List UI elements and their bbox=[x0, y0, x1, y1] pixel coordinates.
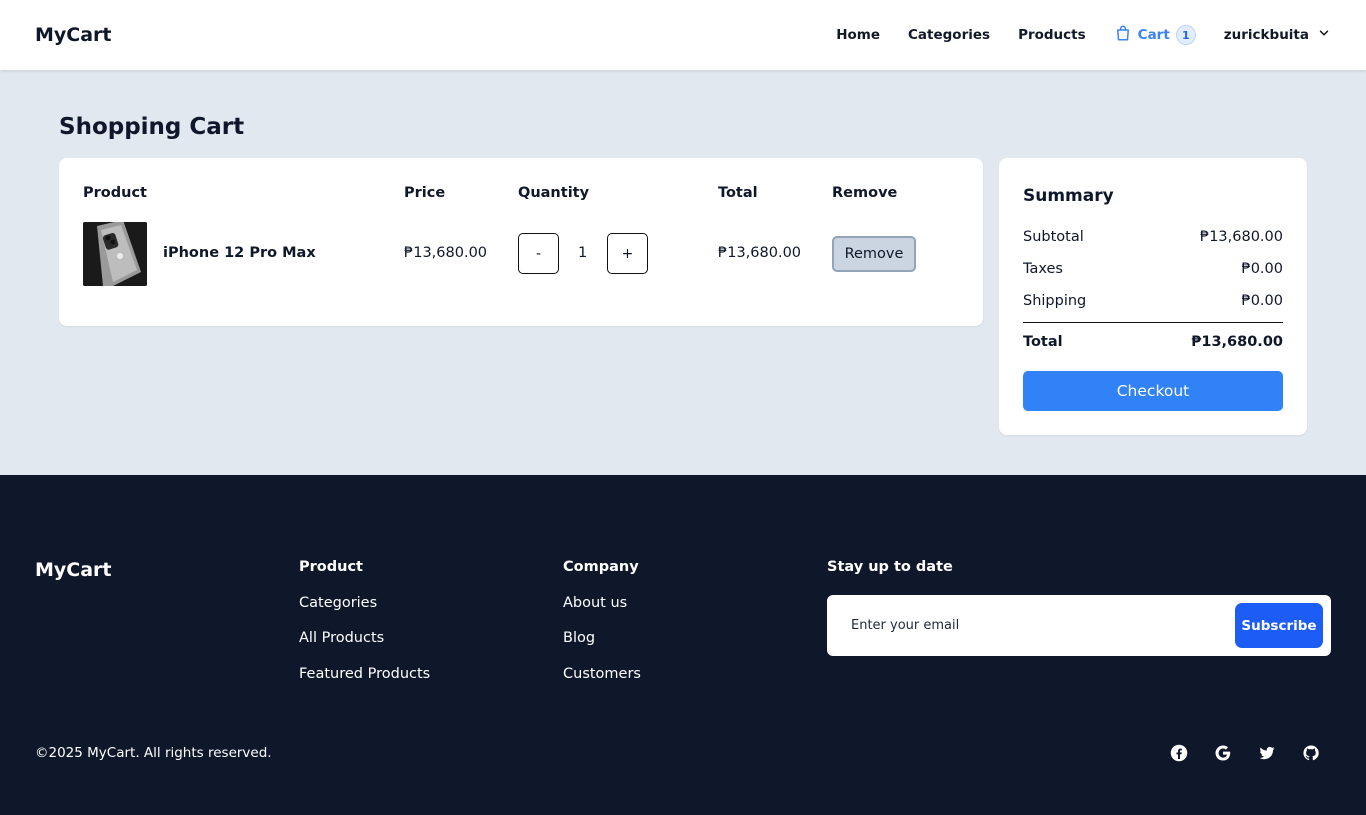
footer-link-all-products[interactable]: All Products bbox=[299, 630, 384, 646]
column-header-product: Product bbox=[83, 185, 147, 201]
user-menu[interactable]: zurickbuita bbox=[1224, 26, 1331, 44]
newsletter-form: Subscribe bbox=[827, 595, 1331, 656]
email-input[interactable] bbox=[827, 595, 1227, 656]
main-content: Shopping Cart Product Price Quantity Tot… bbox=[0, 70, 1366, 475]
nav-cart[interactable]: Cart 1 bbox=[1114, 24, 1196, 46]
total-label: Total bbox=[1023, 334, 1063, 350]
column-header-total: Total bbox=[718, 185, 758, 201]
cart-table: Product Price Quantity Total Remove iPho… bbox=[59, 158, 983, 326]
total-value: ₱13,680.00 bbox=[1191, 334, 1283, 350]
quantity-value: 1 bbox=[578, 245, 588, 261]
footer-product-title: Product bbox=[299, 559, 363, 575]
twitter-icon[interactable] bbox=[1258, 744, 1276, 762]
shipping-label: Shipping bbox=[1023, 293, 1087, 309]
cart-count-badge: 1 bbox=[1175, 25, 1196, 45]
footer-company-title: Company bbox=[563, 559, 639, 575]
shopping-bag-icon bbox=[1114, 24, 1132, 46]
shipping-value: ₱0.00 bbox=[1241, 293, 1283, 309]
column-header-price: Price bbox=[404, 185, 446, 201]
order-summary: Summary Subtotal ₱13,680.00 Taxes ₱0.00 … bbox=[999, 158, 1307, 435]
subtotal-row: Subtotal ₱13,680.00 bbox=[1023, 229, 1283, 245]
nav-categories[interactable]: Categories bbox=[908, 27, 990, 43]
summary-title: Summary bbox=[1023, 186, 1114, 206]
footer-link-customers[interactable]: Customers bbox=[563, 666, 641, 682]
taxes-value: ₱0.00 bbox=[1241, 261, 1283, 277]
footer-link-categories[interactable]: Categories bbox=[299, 595, 377, 611]
decrement-quantity-button[interactable]: - bbox=[518, 233, 559, 274]
nav-home[interactable]: Home bbox=[836, 27, 880, 43]
subtotal-label: Subtotal bbox=[1023, 229, 1084, 245]
subtotal-value: ₱13,680.00 bbox=[1199, 229, 1283, 245]
remove-item-button[interactable]: Remove bbox=[832, 236, 916, 272]
footer-link-blog[interactable]: Blog bbox=[563, 630, 595, 646]
taxes-row: Taxes ₱0.00 bbox=[1023, 261, 1283, 277]
increment-quantity-button[interactable]: + bbox=[607, 233, 648, 274]
shipping-row: Shipping ₱0.00 bbox=[1023, 293, 1283, 309]
footer-brand[interactable]: MyCart bbox=[35, 559, 112, 581]
newsletter-title: Stay up to date bbox=[827, 559, 953, 575]
footer-link-featured-products[interactable]: Featured Products bbox=[299, 666, 430, 682]
footer-link-about-us[interactable]: About us bbox=[563, 595, 627, 611]
chevron-down-icon bbox=[1317, 26, 1331, 44]
top-navbar: MyCart Home Categories Products Cart 1 z… bbox=[0, 0, 1366, 70]
footer: MyCart Product Categories All Products F… bbox=[0, 475, 1366, 815]
cart-label: Cart bbox=[1137, 27, 1170, 43]
page-title: Shopping Cart bbox=[59, 114, 245, 140]
line-total: ₱13,680.00 bbox=[718, 245, 802, 261]
github-icon[interactable] bbox=[1302, 744, 1320, 762]
column-header-quantity: Quantity bbox=[518, 185, 590, 201]
taxes-label: Taxes bbox=[1023, 261, 1063, 277]
facebook-icon[interactable] bbox=[1170, 744, 1188, 762]
product-price: ₱13,680.00 bbox=[404, 245, 488, 261]
subscribe-button[interactable]: Subscribe bbox=[1235, 603, 1323, 648]
product-image[interactable] bbox=[83, 222, 147, 286]
total-row: Total ₱13,680.00 bbox=[1023, 334, 1283, 350]
checkout-button[interactable]: Checkout bbox=[1023, 371, 1283, 411]
nav-products[interactable]: Products bbox=[1018, 27, 1086, 43]
username: zurickbuita bbox=[1223, 27, 1309, 43]
summary-divider bbox=[1023, 322, 1283, 323]
main-nav: Home Categories Products Cart 1 zurickbu… bbox=[836, 24, 1331, 46]
google-icon[interactable] bbox=[1214, 744, 1232, 762]
brand-logo[interactable]: MyCart bbox=[35, 24, 112, 46]
copyright-text: ©2025 MyCart. All rights reserved. bbox=[35, 745, 272, 761]
social-links bbox=[1170, 744, 1320, 762]
product-name[interactable]: iPhone 12 Pro Max bbox=[163, 245, 316, 261]
column-header-remove: Remove bbox=[832, 185, 898, 201]
